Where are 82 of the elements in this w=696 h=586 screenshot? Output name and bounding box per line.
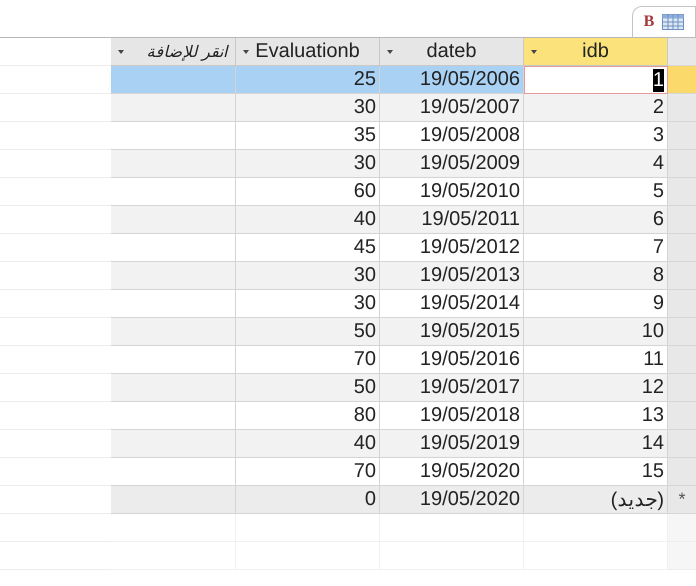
table-cell[interactable]: 60 [236,178,380,206]
table-icon [662,14,684,30]
row-selector[interactable] [668,402,696,430]
table-cell[interactable]: 19/05/2020 [380,486,524,514]
table-cell[interactable]: 45 [236,234,380,262]
table-cell[interactable]: 25 [236,66,380,94]
table-cell[interactable]: 19/05/2007 [380,94,524,122]
dropdown-icon[interactable] [243,50,249,54]
column-label: idb [582,40,609,63]
table-cell[interactable]: 8 [524,262,668,290]
dropdown-icon[interactable] [118,50,124,54]
table-cell[interactable]: 50 [236,374,380,402]
row-selector [668,514,696,542]
table-cell[interactable]: 1 [524,66,668,94]
table-cell[interactable]: (جديد) [524,486,668,514]
row-selector[interactable] [668,122,696,150]
table-cell[interactable]: 0 [236,486,380,514]
table-cell[interactable]: 19/05/2020 [380,458,524,486]
table-cell[interactable]: 12 [524,374,668,402]
table-cell[interactable]: 30 [236,262,380,290]
select-all-corner[interactable] [668,38,696,66]
row-selector[interactable] [668,94,696,122]
tab-letter: B [644,13,654,31]
table-cell[interactable]: 4 [524,150,668,178]
table-cell[interactable]: 35 [236,122,380,150]
table-cell[interactable]: 30 [236,94,380,122]
table-cell[interactable]: 19/05/2006 [380,66,524,94]
table-cell[interactable]: 15 [524,458,668,486]
table-cell[interactable]: 70 [236,346,380,374]
table-cell[interactable]: 30 [236,290,380,318]
column-label: Evaluationb [255,40,360,63]
table-cell[interactable]: 50 [236,318,380,346]
column-header[interactable]: Evaluationb [236,38,380,66]
row-selector[interactable] [668,66,696,94]
column-label: انقر للإضافة [146,42,227,62]
table-cell[interactable]: 19/05/2009 [380,150,524,178]
row-selector[interactable]: * [668,486,696,514]
table-cell[interactable]: 19/05/2018 [380,402,524,430]
row-selector[interactable] [668,178,696,206]
table-cell[interactable]: 2 [524,94,668,122]
table-cell[interactable]: 70 [236,458,380,486]
table-cell[interactable]: 19/05/2013 [380,262,524,290]
row-selector[interactable] [668,234,696,262]
row-selector[interactable] [668,318,696,346]
table-cell[interactable]: 40 [236,430,380,458]
table-cell[interactable]: 19/05/2015 [380,318,524,346]
table-cell[interactable]: 3 [524,122,668,150]
table-cell[interactable]: 40 [236,206,380,234]
column-header[interactable]: dateb [380,38,524,66]
document-tab[interactable]: B [632,6,696,37]
row-selector[interactable] [668,430,696,458]
table-cell[interactable]: 19/05/2012 [380,234,524,262]
table-cell[interactable]: 11 [524,346,668,374]
table-cell[interactable]: 19/05/2017 [380,374,524,402]
row-selector[interactable] [668,262,696,290]
dropdown-icon[interactable] [387,50,393,54]
table-cell[interactable]: 5 [524,178,668,206]
table-cell[interactable]: 19/05/2019 [380,430,524,458]
row-selector[interactable] [668,150,696,178]
table-cell[interactable]: 9 [524,290,668,318]
table-cell[interactable]: 6 [524,206,668,234]
row-selector[interactable] [668,374,696,402]
row-selector[interactable] [668,346,696,374]
table-cell[interactable]: 19/05/2011 [380,206,524,234]
table-cell[interactable]: 80 [236,402,380,430]
new-record-marker: * [678,489,686,510]
row-selector[interactable] [668,290,696,318]
table-cell[interactable]: 7 [524,234,668,262]
row-selector[interactable] [668,206,696,234]
table-cell[interactable]: 19/05/2014 [380,290,524,318]
table-cell[interactable]: 14 [524,430,668,458]
table-cell[interactable]: 10 [524,318,668,346]
table-cell[interactable]: 19/05/2016 [380,346,524,374]
column-header[interactable]: idb [524,38,668,66]
column-header[interactable]: انقر للإضافة [111,38,236,66]
table-cell[interactable]: 19/05/2008 [380,122,524,150]
row-selector[interactable] [668,458,696,486]
table-cell[interactable]: 30 [236,150,380,178]
column-label: dateb [426,40,477,63]
dropdown-icon[interactable] [531,50,537,54]
table-cell[interactable]: 13 [524,402,668,430]
table-cell[interactable]: 19/05/2010 [380,178,524,206]
